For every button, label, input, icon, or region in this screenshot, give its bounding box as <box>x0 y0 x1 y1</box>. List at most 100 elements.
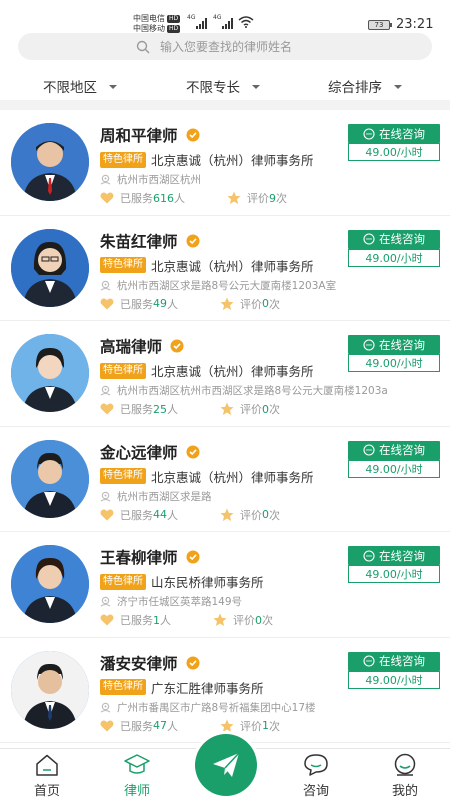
rating-label: 评价 <box>240 403 262 416</box>
heart-icon <box>100 614 114 626</box>
tab-lawyer[interactable]: 律师 <box>107 753 167 799</box>
online-consult-label: 在线咨询 <box>379 126 425 141</box>
star-icon <box>227 191 241 204</box>
address: 杭州市西湖区求是路 <box>117 490 212 503</box>
rating-label: 评价 <box>240 297 262 311</box>
online-consult-button[interactable]: 在线咨询 <box>348 124 440 143</box>
star-icon <box>220 402 234 415</box>
avatar <box>11 334 89 412</box>
rating-unit: 次 <box>269 719 280 733</box>
law-firm: 北京惠诚（杭州）律师事务所 <box>151 364 314 379</box>
verified-badge-icon <box>186 550 200 564</box>
feature-tag: 特色律所 <box>100 362 146 379</box>
served-count: 49 <box>153 297 167 310</box>
served-count: 44 <box>153 508 167 521</box>
lawyer-card[interactable]: 朱苗红律师 特色律所 北京惠诚（杭州）律师事务所 杭州市西湖区求是路8号公元大厦南… <box>0 215 450 321</box>
heart-icon <box>100 192 114 204</box>
tab-mine[interactable]: 我的 <box>375 753 435 799</box>
signal-icon-1: 4G <box>187 14 207 29</box>
lawyer-card[interactable]: 金心远律师 特色律所 北京惠诚（杭州）律师事务所 杭州市西湖区求是路 已服务 44 人… <box>0 426 450 532</box>
rating-label: 评价 <box>247 192 269 205</box>
online-consult-button[interactable]: 在线咨询 <box>348 546 440 565</box>
online-consult-label: 在线咨询 <box>379 443 425 457</box>
address: 杭州市西湖区求是路8号公元大厦南楼1203A室 <box>117 279 337 292</box>
online-consult-button[interactable]: 在线咨询 <box>348 440 440 460</box>
served-label: 已服务 <box>120 719 153 733</box>
online-consult-label: 在线咨询 <box>379 654 425 668</box>
search-bar[interactable]: 输入您要查找的律师姓名 <box>18 33 432 60</box>
sort-filter[interactable]: 综合排序 <box>328 76 402 96</box>
online-consult-button[interactable]: 在线咨询 <box>348 335 440 354</box>
rating-count: 0 <box>262 402 269 416</box>
send-fab-button[interactable] <box>195 734 257 796</box>
online-consult-button[interactable]: 在线咨询 <box>348 229 440 249</box>
location-icon <box>100 280 111 290</box>
star-icon <box>220 297 234 310</box>
region-filter[interactable]: 不限地区 <box>43 76 117 96</box>
feature-tag: 特色律所 <box>100 257 146 273</box>
online-consult-label: 在线咨询 <box>379 232 425 246</box>
avatar <box>11 439 89 518</box>
status-bar: 中国电信 HD 中国移动 HD 4G 4G 73 23:21 <box>0 0 450 34</box>
region-filter-label: 不限地区 <box>43 80 97 96</box>
served-unit: 人 <box>160 614 171 627</box>
home-icon <box>36 754 58 776</box>
chat-bubble-icon <box>363 444 375 456</box>
tab-home-label: 首页 <box>33 784 60 799</box>
feature-tag: 特色律所 <box>100 573 146 590</box>
rating-unit: 次 <box>269 297 280 311</box>
rating-label: 评价 <box>233 614 255 627</box>
location-icon <box>100 596 111 607</box>
tab-home[interactable]: 首页 <box>17 753 77 799</box>
chat-bubble-icon <box>363 338 375 351</box>
battery-icon: 73 <box>368 20 392 30</box>
tab-consult-label: 咨询 <box>302 784 329 799</box>
lawyer-card[interactable]: 高瑞律师 特色律所 北京惠诚（杭州）律师事务所 杭州市西湖区杭州市西湖区求是路8号… <box>0 321 450 427</box>
lawyer-card[interactable]: 潘安安律师 特色律所 广东汇胜律师事务所 广州市番禺区市广路8号祈福集团中心17楼… <box>0 637 450 743</box>
tab-consult[interactable]: 咨询 <box>286 753 346 799</box>
served-count: 1 <box>153 613 160 627</box>
tab-lawyer-label: 律师 <box>123 784 150 799</box>
rating-unit: 次 <box>276 192 287 205</box>
verified-badge-icon <box>186 445 200 458</box>
online-consult-button[interactable]: 在线咨询 <box>348 651 440 671</box>
lawyer-card[interactable]: 周和平律师 特色律所 北京惠诚（杭州）律师事务所 杭州市西湖区杭州 已服务 616 人… <box>0 110 450 216</box>
avatar <box>11 545 89 623</box>
online-consult-label: 在线咨询 <box>379 548 425 563</box>
rating-count: 0 <box>262 508 269 521</box>
served-unit: 人 <box>167 508 178 522</box>
rating-count: 1 <box>262 719 269 732</box>
specialty-filter-label: 不限专长 <box>186 80 240 96</box>
specialty-filter[interactable]: 不限专长 <box>186 76 260 96</box>
heart-icon <box>100 720 114 731</box>
carrier-1: 中国电信 <box>133 14 165 23</box>
law-firm: 北京惠诚（杭州）律师事务所 <box>151 153 314 168</box>
rating-unit: 次 <box>269 508 280 522</box>
served-unit: 人 <box>174 192 185 205</box>
lawyer-name: 金心远律师 <box>100 443 178 462</box>
hd-badge-2: HD <box>167 24 181 33</box>
avatar <box>11 650 89 729</box>
lawyer-name: 王春柳律师 <box>100 549 178 567</box>
star-icon <box>220 508 234 521</box>
star-icon <box>213 613 227 626</box>
search-placeholder: 输入您要查找的律师姓名 <box>160 40 293 54</box>
address: 济宁市任城区英萃路149号 <box>117 596 243 608</box>
star-icon <box>220 719 234 732</box>
avatar <box>11 228 89 307</box>
address: 广州市番禺区市广路8号祈福集团中心17楼 <box>117 701 316 714</box>
served-count: 47 <box>153 719 167 732</box>
location-icon <box>100 702 111 712</box>
section-divider <box>0 100 450 110</box>
lawyer-name: 高瑞律师 <box>100 338 163 356</box>
filter-bar: 不限地区 不限专长 综合排序 <box>0 72 450 100</box>
chat-bubble-icon <box>363 549 375 562</box>
law-firm: 山东民桥律师事务所 <box>151 575 264 590</box>
served-label: 已服务 <box>120 614 153 627</box>
chat-bubble-icon <box>363 655 375 667</box>
lawyer-card[interactable]: 王春柳律师 特色律所 山东民桥律师事务所 济宁市任城区英萃路149号 已服务 1 人 … <box>0 532 450 638</box>
heart-icon <box>100 509 114 520</box>
served-unit: 人 <box>167 719 178 733</box>
wifi-icon <box>238 16 254 28</box>
served-label: 已服务 <box>120 297 153 311</box>
